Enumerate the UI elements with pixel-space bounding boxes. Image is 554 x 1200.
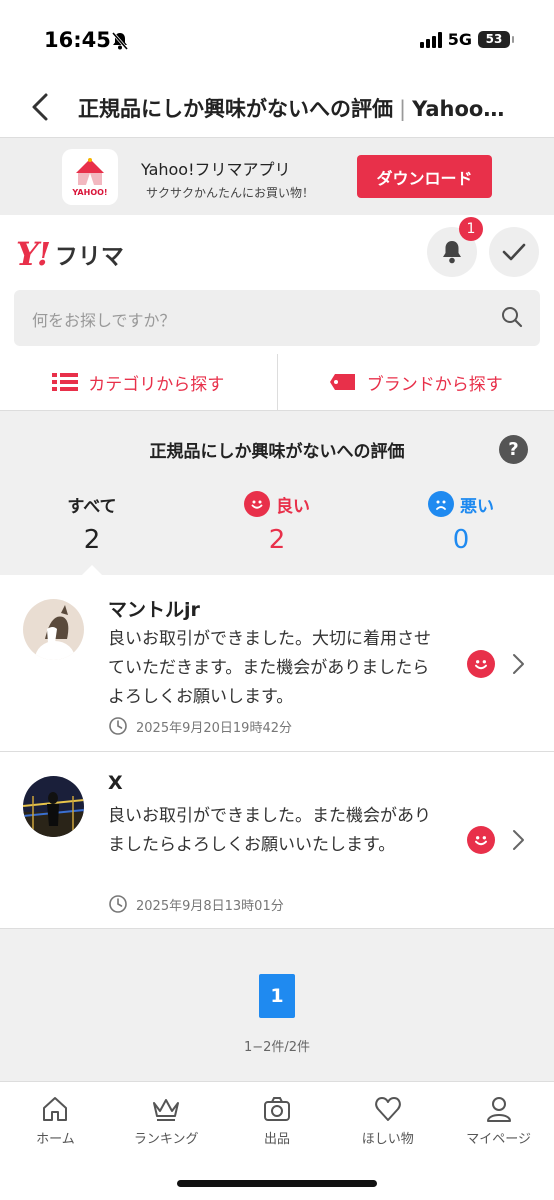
brand-button[interactable]: ブランドから探す <box>278 354 554 410</box>
logo[interactable]: Y! フリマ <box>16 235 124 273</box>
pagination: 1 1−2件/2件 <box>0 929 554 1081</box>
bell-off-icon <box>110 31 130 55</box>
page-title: 正規品にしか興味がないへの評価 | Yahoo… <box>78 93 534 123</box>
crown-icon <box>153 1099 180 1121</box>
chevron-right-icon[interactable] <box>510 652 526 680</box>
bad-label: 悪い <box>460 496 494 517</box>
site-header: Y! フリマ 1 <box>0 215 554 289</box>
bell-icon <box>443 241 461 264</box>
app-icon[interactable]: YAHOO! <box>62 149 118 205</box>
help-icon[interactable]: ? <box>499 435 528 464</box>
reviewer-name[interactable]: マントルjr <box>108 595 200 622</box>
list-icon <box>52 373 79 391</box>
smile-icon <box>467 826 495 854</box>
category-label: カテゴリから探す <box>88 374 225 395</box>
todo-check-button[interactable] <box>489 227 539 277</box>
tab-home[interactable]: ホーム <box>0 1082 111 1200</box>
notification-button[interactable]: 1 <box>427 217 483 277</box>
page-button-current[interactable]: 1 <box>259 974 295 1018</box>
back-button[interactable] <box>24 90 58 124</box>
app-icon-text: YAHOO! <box>72 188 108 197</box>
tab-label: ランキング <box>133 1132 199 1147</box>
chevron-right-icon[interactable] <box>510 828 526 856</box>
review-text: 良いお取引ができました。大切に着用させていただきます。また機会がありましたらよろ… <box>108 629 431 707</box>
review-date-text: 2025年9月20日19時42分 <box>136 720 292 736</box>
home-indicator[interactable] <box>177 1180 377 1187</box>
check-icon <box>502 243 526 261</box>
site-name: Yahoo… <box>412 97 505 121</box>
download-button[interactable]: ダウンロード <box>357 155 492 198</box>
smile-icon <box>467 650 495 678</box>
logo-mark: Y! <box>16 235 51 273</box>
tab-label: マイページ <box>466 1132 531 1147</box>
selected-pointer <box>82 565 102 575</box>
banner-app-name: Yahoo!フリマアプリ <box>141 160 291 179</box>
status-bar: 16:45 5G 53 <box>0 0 554 78</box>
tab-label: ほしい物 <box>361 1132 414 1147</box>
review-item[interactable]: マントルjr 良いお取引ができました。大切に着用させていただきます。また機会があ… <box>0 575 554 752</box>
review-date-text: 2025年9月8日13時01分 <box>136 898 284 914</box>
smile-icon <box>244 491 270 517</box>
reviewer-name[interactable]: X <box>108 772 123 794</box>
app-banner: YAHOO! Yahoo!フリマアプリ サクサクかんたんにお買い物！ ダウンロー… <box>0 138 554 215</box>
rating-summary: 正規品にしか興味がないへの評価 ? すべて 2 良い 2 悪い 0 <box>0 411 554 575</box>
tab-mypage[interactable]: マイページ <box>443 1082 554 1200</box>
status-time: 16:45 <box>44 28 111 52</box>
review-date: 2025年9月20日19時42分 <box>108 716 292 736</box>
avatar[interactable] <box>23 776 84 837</box>
review-text: 良いお取引ができました。また機会がありましたらよろしくお願いいたします。 <box>108 806 431 855</box>
category-button[interactable]: カテゴリから探す <box>0 354 277 410</box>
good-count: 2 <box>268 525 286 555</box>
person-icon <box>486 1097 511 1122</box>
review-item[interactable]: X 良いお取引ができました。また機会がありましたらよろしくお願いいたします。 2… <box>0 752 554 929</box>
avatar[interactable] <box>23 599 84 660</box>
chevron-left-icon <box>32 93 48 121</box>
all-count: 2 <box>83 525 101 555</box>
home-icon <box>43 1097 68 1121</box>
tag-icon <box>329 374 355 390</box>
filter-bad[interactable]: 悪い 0 <box>391 491 531 555</box>
search-input[interactable]: 何をお探しですか？ <box>32 307 176 331</box>
filter-all[interactable]: すべて 2 <box>22 491 162 556</box>
tab-label: 出品 <box>263 1132 290 1147</box>
bad-count: 0 <box>452 525 470 555</box>
signal-icon <box>419 31 442 48</box>
camera-icon <box>263 1097 290 1121</box>
tent-icon <box>76 158 104 185</box>
clock-icon <box>109 895 127 913</box>
status-indicators: 5G 53 <box>419 30 514 49</box>
filter-good[interactable]: 良い 2 <box>207 491 347 555</box>
all-label: すべて <box>67 496 117 517</box>
search-icon[interactable] <box>500 305 524 333</box>
tab-label: ホーム <box>36 1132 75 1147</box>
clock-icon <box>109 717 127 735</box>
frown-icon <box>428 491 454 517</box>
network-type: 5G <box>447 30 472 49</box>
page-title-text: 正規品にしか興味がないへの評価 <box>78 97 393 121</box>
good-label: 良い <box>276 496 310 517</box>
page-info: 1−2件/2件 <box>243 1040 311 1055</box>
summary-title: 正規品にしか興味がないへの評価 <box>149 442 405 462</box>
nav-bar: 正規品にしか興味がないへの評価 | Yahoo… <box>0 78 554 138</box>
notification-badge: 1 <box>459 217 483 241</box>
title-separator: | <box>399 97 407 121</box>
brand-label: ブランドから探す <box>366 374 503 395</box>
browse-row: カテゴリから探す ブランドから探す <box>0 354 554 411</box>
logo-text: フリマ <box>54 244 124 270</box>
review-date: 2025年9月8日13時01分 <box>108 894 284 914</box>
banner-tagline: サクサクかんたんにお買い物！ <box>146 186 315 200</box>
heart-icon <box>374 1097 401 1121</box>
search-bar[interactable]: 何をお探しですか？ <box>14 290 540 346</box>
battery-icon: 53 <box>478 31 514 48</box>
